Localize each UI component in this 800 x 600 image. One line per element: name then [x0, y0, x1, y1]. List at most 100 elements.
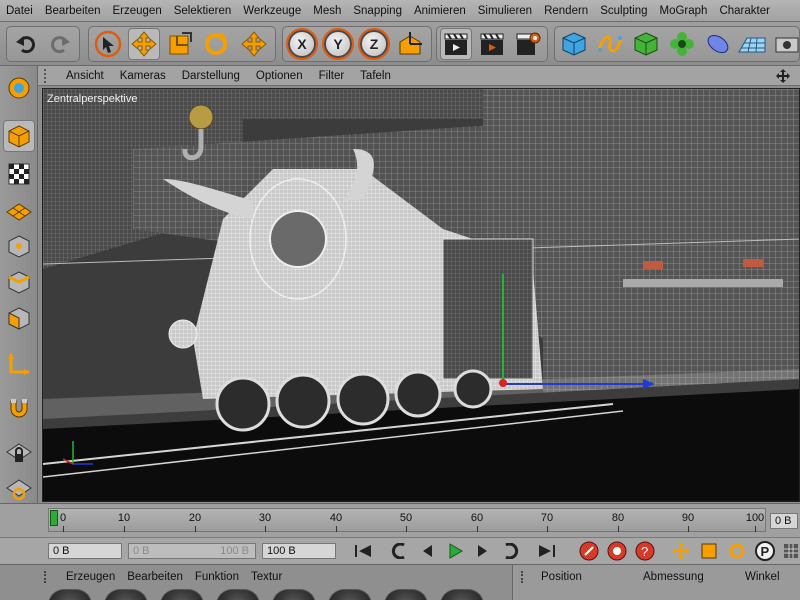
make-editable-button[interactable] [3, 72, 35, 104]
panel-grip-icon[interactable] [44, 68, 58, 83]
start-frame-field[interactable]: 0 B [48, 543, 122, 559]
spline-icon [597, 35, 623, 53]
planar-workplane-button[interactable] [3, 472, 35, 504]
step-forward-icon [478, 545, 487, 557]
recent-tool-button[interactable] [238, 28, 270, 60]
prev-frame-button[interactable] [416, 541, 438, 561]
viewport-menu-kameras[interactable]: Kameras [120, 70, 166, 82]
material-swatch[interactable] [216, 589, 260, 600]
render-picture-viewer-button[interactable] [476, 28, 508, 60]
menu-animieren[interactable]: Animieren [414, 5, 466, 17]
polygon-mode-button[interactable] [3, 302, 35, 334]
viewport-move-icon[interactable] [776, 69, 790, 83]
prev-keyframe-button[interactable] [388, 541, 410, 561]
coordinate-system-icon [399, 32, 422, 55]
menu-bearbeiten[interactable]: Bearbeiten [45, 5, 101, 17]
timeline-tick [618, 526, 619, 532]
generator-object-button[interactable] [630, 28, 662, 60]
x-axis-lock-button[interactable]: X [286, 28, 318, 60]
material-swatch[interactable] [328, 589, 372, 600]
menu-charakter[interactable]: Charakter [719, 5, 770, 17]
menu-sculpting[interactable]: Sculpting [600, 5, 647, 17]
menu-rendern[interactable]: Rendern [544, 5, 588, 17]
scene-object-button[interactable] [772, 28, 800, 60]
key-position-button[interactable] [670, 541, 692, 561]
render-settings-button[interactable] [512, 28, 544, 60]
menu-mesh[interactable]: Mesh [313, 5, 341, 17]
key-rotation-button[interactable] [726, 541, 748, 561]
next-keyframe-button[interactable] [500, 541, 522, 561]
viewport-menu-filter[interactable]: Filter [319, 70, 345, 82]
next-frame-button[interactable] [472, 541, 494, 561]
menu-erzeugen[interactable]: Erzeugen [112, 5, 161, 17]
rotate-tool-button[interactable] [200, 28, 232, 60]
floor-object-button[interactable] [736, 28, 768, 60]
edge-mode-button[interactable] [3, 266, 35, 298]
bottom-panels: Erzeugen Bearbeiten Funktion Textur Posi… [0, 564, 800, 600]
menu-selektieren[interactable]: Selektieren [174, 5, 232, 17]
record-key-button[interactable] [578, 541, 600, 561]
model-mode-button[interactable] [3, 120, 35, 152]
material-swatch[interactable] [440, 589, 484, 600]
coordinate-system-button[interactable] [394, 28, 426, 60]
key-parameter-button[interactable]: P [754, 541, 776, 561]
viewport-menu-darstellung[interactable]: Darstellung [182, 70, 240, 82]
goto-start-button[interactable] [352, 541, 374, 561]
material-swatch[interactable] [48, 589, 92, 600]
timeline-playhead[interactable] [50, 510, 58, 526]
deformer-object-button[interactable] [702, 28, 734, 60]
cube-object-button[interactable] [558, 28, 590, 60]
3d-viewport[interactable]: Zentralperspektive [42, 88, 800, 502]
key-scale-button[interactable] [698, 541, 720, 561]
texture-mode-button[interactable] [3, 158, 35, 190]
snapping-button[interactable] [3, 392, 35, 424]
panel-grip-icon[interactable] [44, 571, 56, 583]
viewport-menu-ansicht[interactable]: Ansicht [66, 70, 104, 82]
menu-datei[interactable]: Datei [6, 5, 33, 17]
render-view-button[interactable] [440, 28, 472, 60]
viewport-menu-optionen[interactable]: Optionen [256, 70, 303, 82]
spline-object-button[interactable] [594, 28, 626, 60]
material-menu-bearbeiten[interactable]: Bearbeiten [127, 571, 183, 583]
locked-workplane-button[interactable] [3, 436, 35, 468]
material-menu-funktion[interactable]: Funktion [195, 571, 239, 583]
preview-range-field[interactable]: 0 B 100 B [128, 543, 256, 559]
scale-icon [701, 543, 717, 559]
point-mode-button[interactable] [3, 230, 35, 262]
redo-button[interactable] [44, 28, 76, 60]
viewport-menu-tafeln[interactable]: Tafeln [360, 70, 391, 82]
timeline-tick [265, 526, 266, 532]
keyframe-selection-button[interactable]: ? [634, 541, 656, 561]
end-frame-field[interactable]: 100 B [262, 543, 336, 559]
scale-tool-button[interactable] [164, 28, 196, 60]
play-button[interactable] [444, 541, 466, 561]
key-pla-button[interactable] [780, 541, 800, 561]
current-frame-field[interactable]: 0 B [770, 513, 798, 529]
menu-werkzeuge[interactable]: Werkzeuge [243, 5, 301, 17]
material-swatch[interactable] [384, 589, 428, 600]
move-tool-button[interactable] [128, 28, 160, 60]
goto-end-button[interactable] [536, 541, 558, 561]
main-toolbar: X Y Z [0, 22, 800, 66]
material-swatch[interactable] [272, 589, 316, 600]
play-icon [449, 543, 463, 559]
material-menu-textur[interactable]: Textur [251, 571, 282, 583]
mograph-object-button[interactable] [666, 28, 698, 60]
y-axis-lock-button[interactable]: Y [322, 28, 354, 60]
menu-simulieren[interactable]: Simulieren [478, 5, 532, 17]
menu-snapping[interactable]: Snapping [353, 5, 402, 17]
material-menu-erzeugen[interactable]: Erzeugen [66, 571, 115, 583]
workplane-mode-button[interactable] [3, 194, 35, 226]
live-selection-button[interactable] [92, 28, 124, 60]
z-axis-lock-button[interactable]: Z [358, 28, 390, 60]
menu-mograph[interactable]: MoGraph [660, 5, 708, 17]
autokey-button[interactable] [606, 541, 628, 561]
timeline-track[interactable]: 0 10 20 30 40 50 60 70 80 90 100 [48, 508, 766, 532]
axis-mode-button[interactable] [3, 348, 35, 380]
undo-button[interactable] [10, 28, 42, 60]
viewport-menubar: Ansicht Kameras Darstellung Optionen Fil… [38, 66, 800, 86]
material-swatch[interactable] [104, 589, 148, 600]
timeline-tick [755, 526, 756, 532]
material-swatch[interactable] [160, 589, 204, 600]
panel-grip-icon[interactable] [521, 571, 531, 583]
